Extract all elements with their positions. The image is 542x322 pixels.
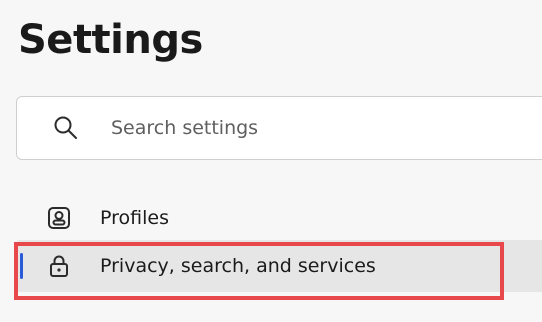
page-title: Settings: [18, 17, 203, 63]
search-box[interactable]: [16, 96, 542, 160]
sidebar-item-label: Profiles: [100, 207, 169, 229]
settings-page: Settings Profiles Privacy, search, and s…: [0, 0, 542, 322]
profile-icon: [48, 207, 70, 229]
highlight-annotation: [14, 242, 504, 300]
sidebar-item-profiles[interactable]: Profiles: [16, 192, 542, 244]
search-input[interactable]: [111, 111, 511, 145]
highlight-box: [14, 242, 504, 300]
search-icon: [54, 116, 77, 139]
